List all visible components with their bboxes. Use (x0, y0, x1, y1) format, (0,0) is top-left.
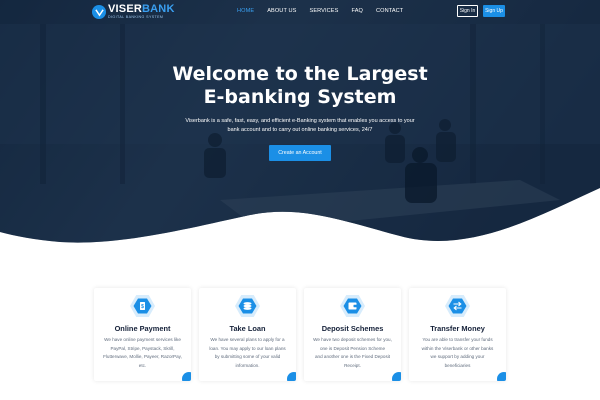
card-corner-accent (287, 372, 296, 381)
payment-icon: $ (130, 295, 155, 317)
hero-title-line1: Welcome to the Largest (172, 63, 428, 85)
feature-line: information. (235, 362, 260, 368)
logo-name-part1: VISER (108, 3, 143, 16)
feature-line: We have online payment services like (104, 337, 181, 342)
hero-title: Welcome to the Largest E-banking System (150, 63, 450, 109)
feature-card-take-loan[interactable]: Take Loan We have several plans to apply… (199, 288, 296, 381)
feature-line: We have several plans to apply for a (210, 337, 285, 342)
logo-icon (92, 5, 106, 19)
nav-services[interactable]: SERVICES (309, 8, 338, 14)
feature-card-transfer-money[interactable]: Transfer Money You are able to transfer … (409, 288, 506, 381)
hero-section: VISERBANK DIGITAL BANKING SYSTEM HOME AB… (0, 0, 600, 252)
sign-up-button[interactable]: Sign Up (483, 5, 505, 17)
nav-contact[interactable]: CONTACT (376, 8, 403, 14)
feature-line: We have two deposit schemes for you, (313, 337, 392, 342)
feature-line: within the Viserbank or other banks (421, 345, 494, 351)
hero-description-line1: Viserbank is a safe, fast, easy, and eff… (185, 118, 415, 124)
feature-title: Deposit Schemes (321, 324, 384, 333)
coins-icon (235, 295, 260, 317)
nav-home[interactable]: HOME (237, 8, 254, 14)
feature-card-online-payment[interactable]: $ Online Payment We have online payment … (94, 288, 191, 381)
card-corner-accent (392, 372, 401, 381)
create-account-button[interactable]: Create an Account (269, 145, 331, 161)
top-navbar: VISERBANK DIGITAL BANKING SYSTEM HOME AB… (0, 0, 600, 24)
feature-title: Online Payment (114, 324, 171, 333)
feature-line: loan. You may apply to our loan plans (209, 345, 286, 351)
feature-description: You are able to transfer your funds with… (414, 336, 501, 370)
svg-text:$: $ (141, 304, 144, 310)
nav-faq[interactable]: FAQ (351, 8, 363, 14)
main-menu: HOME ABOUT US SERVICES FAQ CONTACT (237, 8, 416, 14)
site-logo[interactable]: VISERBANK DIGITAL BANKING SYSTEM (92, 3, 175, 21)
feature-title: Transfer Money (430, 324, 485, 333)
feature-line: by submitting some of your valid (214, 354, 281, 359)
feature-description: We have several plans to apply for a loa… (204, 336, 291, 370)
feature-title: Take Loan (229, 324, 266, 333)
feature-line: we support by adding your (430, 354, 485, 359)
sign-in-button[interactable]: Sign In (457, 5, 478, 17)
feature-line: and another one is the Fixed Deposit (314, 354, 391, 359)
feature-description: We have online payment services like Pay… (99, 336, 186, 370)
wallet-icon (340, 295, 365, 317)
feature-description: We have two deposit schemes for you, one… (309, 336, 396, 370)
feature-line: etc. (138, 362, 147, 368)
transfer-icon (445, 295, 470, 317)
card-corner-accent (182, 372, 191, 381)
feature-card-deposit-schemes[interactable]: Deposit Schemes We have two deposit sche… (304, 288, 401, 381)
feature-line: Receipt. (344, 362, 361, 368)
hero-title-line2: E-banking System (203, 86, 397, 108)
logo-tagline: DIGITAL BANKING SYSTEM (108, 15, 164, 20)
feature-line: PayPal, Stripe, Paystack, Skrill, (110, 345, 175, 351)
feature-line: Flutterwave, Mollie, Payeer, RazorPay, (103, 354, 182, 359)
logo-name-part2: BANK (142, 3, 175, 16)
nav-about-us[interactable]: ABOUT US (267, 8, 296, 14)
feature-line: one is Deposit Pension Scheme (319, 345, 386, 351)
hero-description-line2: bank account and to carry out online ban… (227, 127, 373, 133)
card-corner-accent (497, 372, 506, 381)
hero-description: Viserbank is a safe, fast, easy, and eff… (175, 117, 425, 135)
feature-line: beneficiaries (444, 362, 471, 368)
feature-line: You are able to transfer your funds (422, 337, 493, 342)
